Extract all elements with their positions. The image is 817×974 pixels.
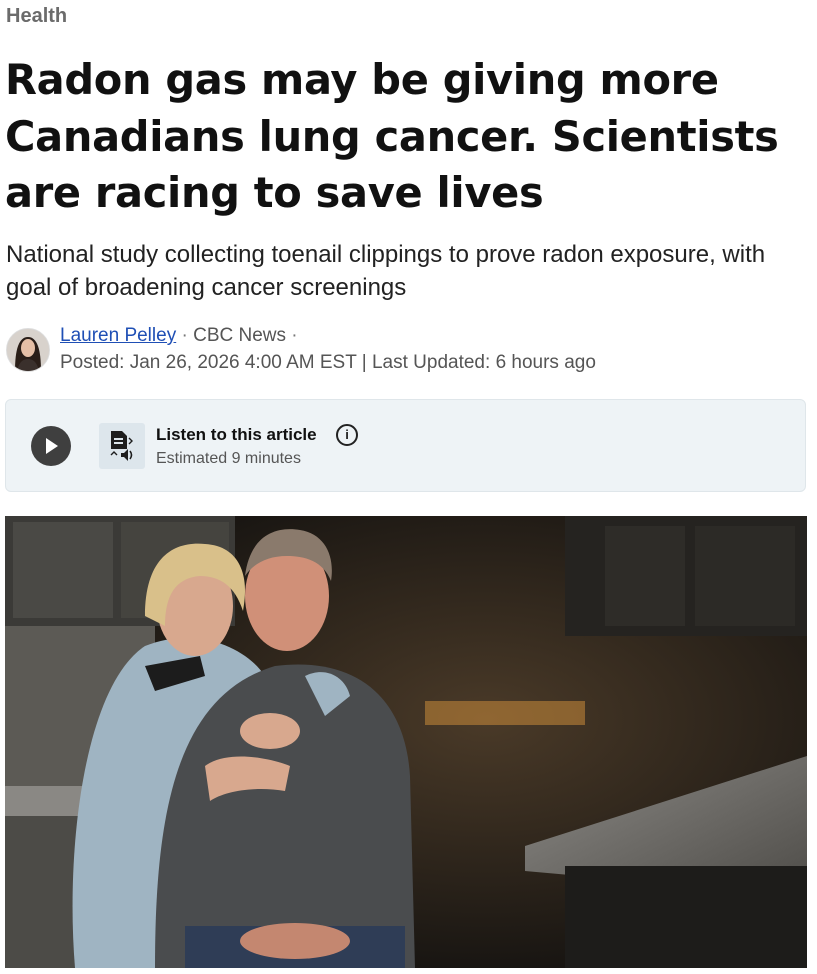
hero-image (5, 516, 807, 968)
document-speaker-icon (99, 423, 145, 469)
section-link-health[interactable]: Health (6, 5, 67, 28)
author-avatar[interactable] (6, 328, 50, 372)
byline-separator: · (286, 325, 298, 346)
author-link[interactable]: Lauren Pelley (60, 325, 176, 346)
posted-date: Jan 26, 2026 4:00 AM EST (129, 352, 357, 373)
timestamp-divider: | (361, 352, 367, 373)
info-glyph: i (345, 427, 349, 442)
play-button[interactable] (31, 426, 71, 466)
audio-player: Listen to this article i Estimated 9 min… (5, 399, 806, 492)
posted-label: Posted: (60, 352, 125, 373)
listen-title: Listen to this article (156, 425, 317, 444)
listen-duration: Estimated 9 minutes (156, 450, 301, 467)
article-deck: National study collecting toenail clippi… (6, 241, 766, 301)
outlet-name: CBC News (193, 325, 286, 346)
byline: Lauren Pelley · CBC News · Posted: Jan 2… (6, 324, 806, 374)
author-line: Lauren Pelley · CBC News · (60, 325, 298, 347)
timestamp-line: Posted: Jan 26, 2026 4:00 AM EST | Last … (60, 352, 596, 374)
article-headline: Radon gas may be giving more Canadians l… (5, 55, 779, 217)
updated-time: 6 hours ago (495, 352, 596, 373)
play-icon (46, 438, 58, 454)
info-icon[interactable]: i (336, 424, 358, 446)
updated-label: Last Updated: (371, 352, 491, 373)
byline-separator: · (176, 325, 194, 346)
